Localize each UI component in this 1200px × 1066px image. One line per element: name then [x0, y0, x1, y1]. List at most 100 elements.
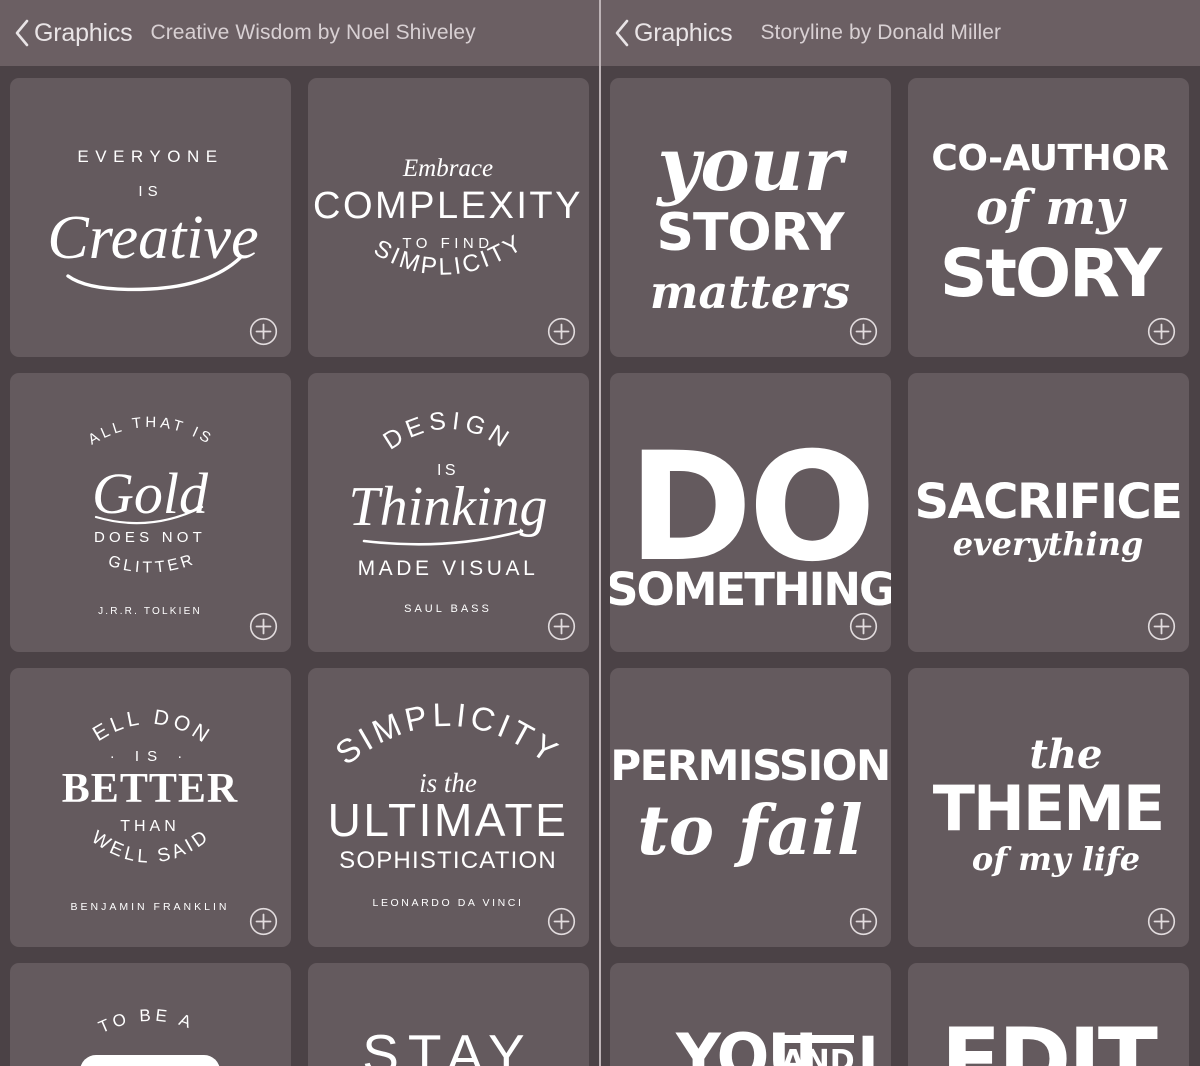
graphic-art-the-theme-of-my-life: the THEME of my life [933, 731, 1166, 878]
svg-text:SAUL BASS: SAUL BASS [404, 603, 492, 615]
graphic-art-to-be-a-human: TO BE A HUMAN [80, 1006, 220, 1066]
navbar-left: Graphics Creative Wisdom by Noel Shivele… [0, 0, 600, 66]
back-button-left[interactable]: Graphics [14, 18, 133, 48]
back-button-right[interactable]: Graphics [614, 18, 733, 48]
graphics-grid-left: EVERYONE IS Creative Embrace COMPLEXITY … [0, 66, 600, 1066]
graphic-card-everyone-is-creative[interactable]: EVERYONE IS Creative [10, 78, 291, 357]
svg-text:matters: matters [650, 265, 850, 319]
graphic-card-simplicity-ultimate-sophistication[interactable]: SIMPLICITY is the ULTIMATE SOPHISTICATIO… [308, 668, 589, 947]
graphics-browser-screen: Graphics Creative Wisdom by Noel Shivele… [0, 0, 1200, 1066]
add-graphic-button[interactable] [1147, 907, 1176, 936]
add-graphic-button[interactable] [249, 907, 278, 936]
svg-text:StORY: StORY [940, 235, 1163, 312]
graphic-card-co-author-of-my-story[interactable]: CO-AUTHOR of my StORY [908, 78, 1189, 357]
graphic-card-do-something[interactable]: DO SOMETHING [610, 373, 891, 652]
graphic-card-embrace-complexity[interactable]: Embrace COMPLEXITY TO FIND SIMPLICITY [308, 78, 589, 357]
svg-text:STORY: STORY [657, 203, 846, 263]
graphic-card-your-story-matters[interactable]: your STORY matters [610, 78, 891, 357]
svg-text:of my: of my [976, 180, 1127, 236]
svg-text:CO-AUTHOR: CO-AUTHOR [931, 138, 1168, 179]
add-graphic-button[interactable] [1147, 612, 1176, 641]
svg-text:ALL THAT IS: ALL THAT IS [85, 414, 216, 449]
collection-title-left: Creative Wisdom by Noel Shiveley [150, 21, 476, 44]
graphics-grid-right: your STORY matters CO-AUTHOR of my StORY [600, 66, 1200, 1066]
svg-text:IS: IS [138, 183, 162, 200]
svg-text:your: your [655, 122, 847, 208]
svg-text:to fail: to fail [637, 791, 862, 871]
graphic-card-sacrifice-everything[interactable]: SACRIFICE everything [908, 373, 1189, 652]
svg-text:Embrace: Embrace [402, 155, 493, 182]
add-graphic-button[interactable] [849, 907, 878, 936]
svg-text:everything: everything [953, 525, 1144, 563]
svg-text:DOES NOT: DOES NOT [94, 529, 206, 546]
svg-text:the: the [1029, 731, 1102, 778]
svg-text:J.R.R. TOLKIEN: J.R.R. TOLKIEN [98, 606, 202, 617]
svg-text:BENJAMIN FRANKLIN: BENJAMIN FRANKLIN [71, 901, 230, 913]
graphic-art-all-that-is-gold: ALL THAT IS Gold DOES NOT · GLITTER · J.… [10, 373, 216, 617]
svg-text:· IS ·: · IS · [110, 748, 191, 765]
graphic-art-simplicity-ultimate-sophistication: SIMPLICITY is the ULTIMATE SOPHISTICATIO… [328, 696, 569, 909]
svg-text:SIMPLICITY: SIMPLICITY [328, 696, 567, 772]
panel-creative-wisdom: Graphics Creative Wisdom by Noel Shivele… [0, 0, 600, 1066]
back-button-label-right: Graphics [634, 18, 733, 47]
graphic-art-design-is-thinking: DESIGN IS Thinking MADE VISUAL SAUL BASS [348, 406, 547, 615]
svg-text:STAY: STAY [362, 1023, 534, 1066]
add-graphic-button[interactable] [1147, 317, 1176, 346]
svg-text:COMPLEXITY: COMPLEXITY [313, 185, 583, 227]
svg-text:EDIT: EDIT [941, 1009, 1158, 1066]
svg-text:AND: AND [781, 1044, 854, 1066]
graphic-card-stay[interactable]: STAY [308, 963, 589, 1066]
graphic-art-stay: STAY [362, 1023, 534, 1066]
svg-text:Gold: Gold [92, 461, 209, 526]
graphic-card-you-and-i[interactable]: YOU AND I [610, 963, 891, 1066]
svg-text:SOMETHING: SOMETHING [610, 563, 891, 616]
svg-text:PERMISSION: PERMISSION [610, 741, 889, 790]
svg-text:of my life: of my life [972, 840, 1140, 878]
svg-text:Creative: Creative [47, 204, 258, 272]
graphic-art-embrace-complexity: Embrace COMPLEXITY TO FIND SIMPLICITY [313, 155, 583, 281]
svg-text:THAN: THAN [120, 818, 180, 835]
svg-text:THEME: THEME [933, 772, 1164, 845]
graphic-card-edit[interactable]: EDIT [908, 963, 1189, 1066]
add-graphic-button[interactable] [547, 317, 576, 346]
svg-text:SACRIFICE: SACRIFICE [915, 474, 1182, 530]
graphic-card-well-done-is-better[interactable]: WELL DONE · IS · BETTER THAN WELL SAID B… [10, 668, 291, 947]
graphic-art-your-story-matters: your STORY matters [650, 122, 850, 319]
panel-storyline: Graphics Storyline by Donald Miller your… [600, 0, 1200, 1066]
add-graphic-button[interactable] [249, 612, 278, 641]
svg-text:I: I [857, 1024, 879, 1066]
graphic-art-you-and-i: YOU AND I [675, 1020, 879, 1066]
svg-text:MADE VISUAL: MADE VISUAL [358, 557, 539, 580]
graphic-art-permission-to-fail: PERMISSION to fail [610, 741, 891, 871]
add-graphic-button[interactable] [249, 317, 278, 346]
graphic-card-all-that-is-gold[interactable]: ALL THAT IS Gold DOES NOT · GLITTER · J.… [10, 373, 291, 652]
graphic-card-the-theme-of-my-life[interactable]: the THEME of my life [908, 668, 1189, 947]
back-button-label-left: Graphics [34, 18, 133, 47]
graphic-art-well-done-is-better: WELL DONE · IS · BETTER THAN WELL SAID B… [10, 668, 238, 913]
svg-text:DESIGN: DESIGN [378, 406, 518, 455]
svg-text:WELL DONE: WELL DONE [10, 668, 216, 749]
add-graphic-button[interactable] [547, 612, 576, 641]
graphic-card-permission-to-fail[interactable]: PERMISSION to fail [610, 668, 891, 947]
add-graphic-button[interactable] [547, 907, 576, 936]
add-graphic-button[interactable] [849, 612, 878, 641]
svg-text:TO BE A: TO BE A [96, 1006, 198, 1037]
navbar-right: Graphics Storyline by Donald Miller [600, 0, 1200, 66]
add-graphic-button[interactable] [849, 317, 878, 346]
graphic-art-sacrifice-everything: SACRIFICE everything [915, 474, 1183, 563]
svg-text:LEONARDO DA VINCI: LEONARDO DA VINCI [373, 897, 524, 909]
graphic-art-everyone-is-creative: EVERYONE IS Creative [47, 147, 259, 292]
graphic-art-edit: EDIT [941, 1009, 1161, 1066]
svg-text:SOPHISTICATION: SOPHISTICATION [339, 847, 557, 874]
svg-text:EVERYONE: EVERYONE [77, 147, 223, 166]
graphic-card-to-be-a-human[interactable]: TO BE A HUMAN [10, 963, 291, 1066]
svg-text:Thinking: Thinking [348, 476, 547, 538]
chevron-left-icon [14, 19, 30, 47]
svg-text:ULTIMATE: ULTIMATE [328, 794, 569, 846]
graphic-art-co-author-of-my-story: CO-AUTHOR of my StORY [931, 138, 1169, 312]
graphic-card-design-is-thinking[interactable]: DESIGN IS Thinking MADE VISUAL SAUL BASS [308, 373, 589, 652]
panel-divider [599, 0, 601, 1066]
graphic-art-do-something: DO SOMETHING [610, 421, 891, 616]
svg-text:BETTER: BETTER [62, 766, 238, 812]
chevron-left-icon [614, 19, 630, 47]
